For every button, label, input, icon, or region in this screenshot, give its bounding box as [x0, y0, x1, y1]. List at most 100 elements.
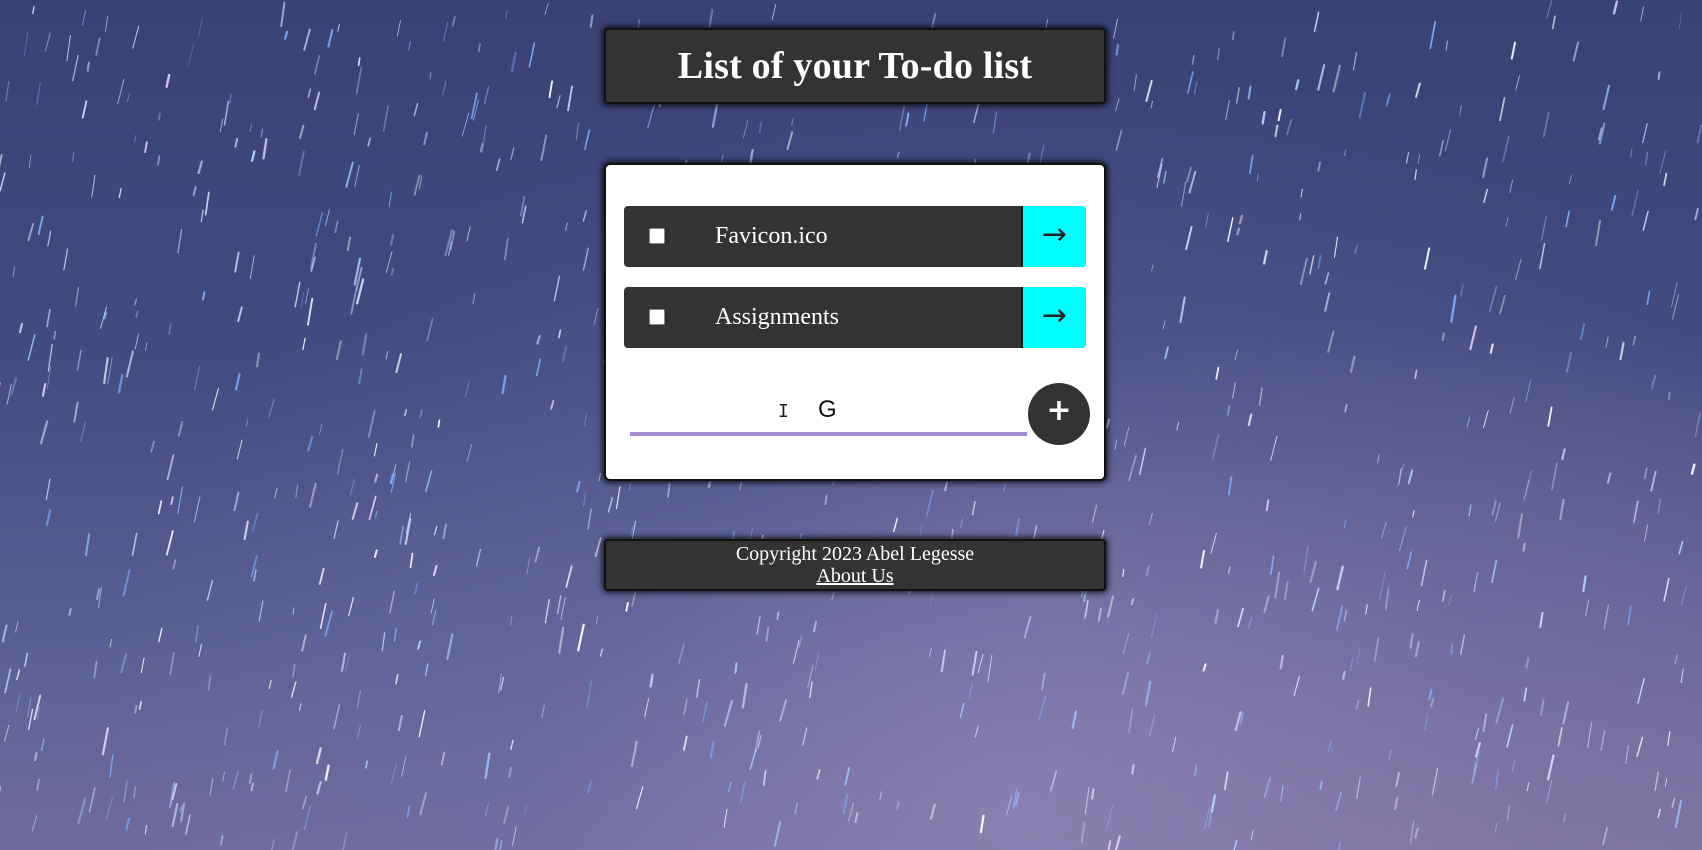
- star-streak: [1644, 467, 1648, 480]
- star-streak: [1469, 325, 1478, 351]
- star-streak: [1327, 330, 1335, 353]
- star-streak: [1130, 597, 1135, 606]
- star-streak: [1517, 513, 1524, 539]
- star-streak: [762, 770, 767, 786]
- add-task-button[interactable]: +: [1028, 383, 1090, 445]
- star-streak: [987, 654, 993, 683]
- star-streak: [1445, 40, 1449, 51]
- star-streak: [1247, 413, 1253, 427]
- star-streak: [1343, 609, 1348, 622]
- new-task-input[interactable]: I G: [630, 390, 1027, 436]
- star-streak: [337, 23, 341, 32]
- star-streak: [74, 286, 80, 307]
- star-streak: [357, 57, 361, 67]
- star-streak: [333, 520, 339, 539]
- about-us-link[interactable]: About Us: [816, 565, 893, 587]
- star-streak: [206, 580, 214, 601]
- star-streak: [342, 831, 348, 850]
- star-streak: [1341, 670, 1346, 680]
- star-streak: [824, 494, 828, 506]
- star-streak: [251, 513, 259, 532]
- star-streak: [419, 792, 427, 816]
- star-streak: [237, 306, 243, 322]
- star-streak: [1667, 391, 1671, 400]
- star-streak: [1431, 767, 1439, 796]
- star-streak: [1612, 0, 1619, 15]
- star-streak: [298, 150, 305, 176]
- star-streak: [1032, 525, 1038, 541]
- star-streak: [1023, 616, 1032, 639]
- star-streak: [1448, 595, 1452, 606]
- star-streak: [1694, 412, 1701, 438]
- star-streak: [1300, 188, 1303, 198]
- star-streak: [1317, 161, 1321, 172]
- star-streak: [1133, 74, 1137, 92]
- star-streak: [222, 771, 225, 782]
- star-streak: [1365, 604, 1368, 615]
- star-streak: [258, 710, 263, 728]
- star-streak: [236, 439, 243, 460]
- star-streak: [1539, 242, 1546, 270]
- star-streak: [304, 805, 311, 831]
- star-streak: [27, 222, 35, 242]
- star-streak: [481, 124, 487, 153]
- star-streak: [1049, 770, 1058, 792]
- star-streak: [1394, 796, 1399, 811]
- star-streak: [973, 101, 980, 124]
- footer: Copyright 2023 Abel Legesse About Us: [604, 539, 1106, 591]
- star-streak: [179, 805, 183, 813]
- star-streak: [1172, 736, 1177, 752]
- star-streak: [28, 708, 34, 730]
- star-streak: [396, 20, 401, 37]
- task-checkbox[interactable]: [649, 309, 665, 325]
- star-streak: [560, 597, 566, 620]
- star-streak: [893, 517, 898, 533]
- star-streak: [274, 487, 278, 499]
- star-streak: [1235, 87, 1240, 104]
- arrow-right-icon[interactable]: →: [1021, 287, 1086, 348]
- star-streak: [177, 228, 183, 254]
- text-cursor-icon: I: [778, 401, 789, 422]
- star-streak: [1115, 43, 1120, 56]
- star-streak: [1488, 285, 1498, 313]
- star-streak: [494, 837, 499, 850]
- star-streak: [1224, 771, 1229, 791]
- task-checkbox[interactable]: [649, 228, 665, 244]
- star-streak: [709, 740, 715, 759]
- arrow-right-icon[interactable]: →: [1021, 206, 1086, 267]
- star-streak: [355, 66, 363, 95]
- star-streak: [1546, 0, 1553, 19]
- star-streak: [305, 288, 309, 304]
- star-streak: [553, 275, 561, 302]
- star-streak: [536, 334, 541, 345]
- star-streak: [1646, 290, 1651, 306]
- star-streak: [424, 663, 429, 676]
- star-streak: [466, 226, 471, 242]
- star-streak: [1131, 764, 1135, 775]
- star-streak: [24, 652, 29, 667]
- star-streak: [1459, 105, 1462, 116]
- star-streak: [1515, 75, 1520, 91]
- star-streak: [1632, 335, 1637, 346]
- star-streak: [1644, 151, 1649, 165]
- star-streak: [315, 211, 324, 237]
- star-streak: [1678, 12, 1682, 30]
- star-streak: [816, 769, 821, 780]
- star-streak: [1633, 500, 1639, 523]
- star-streak: [327, 29, 334, 48]
- star-streak: [1286, 119, 1292, 136]
- star-streak: [1376, 453, 1380, 464]
- star-streak: [177, 486, 184, 514]
- star-streak: [200, 209, 204, 223]
- star-streak: [303, 28, 311, 51]
- star-streak: [1466, 416, 1471, 428]
- star-streak: [1395, 771, 1400, 787]
- star-streak: [442, 80, 447, 96]
- star-streak: [280, 1, 286, 28]
- star-streak: [1459, 283, 1464, 297]
- star-streak: [1385, 93, 1391, 107]
- star-streak: [426, 317, 434, 342]
- star-streak: [197, 17, 203, 38]
- star-streak: [120, 652, 128, 674]
- star-streak: [414, 582, 419, 595]
